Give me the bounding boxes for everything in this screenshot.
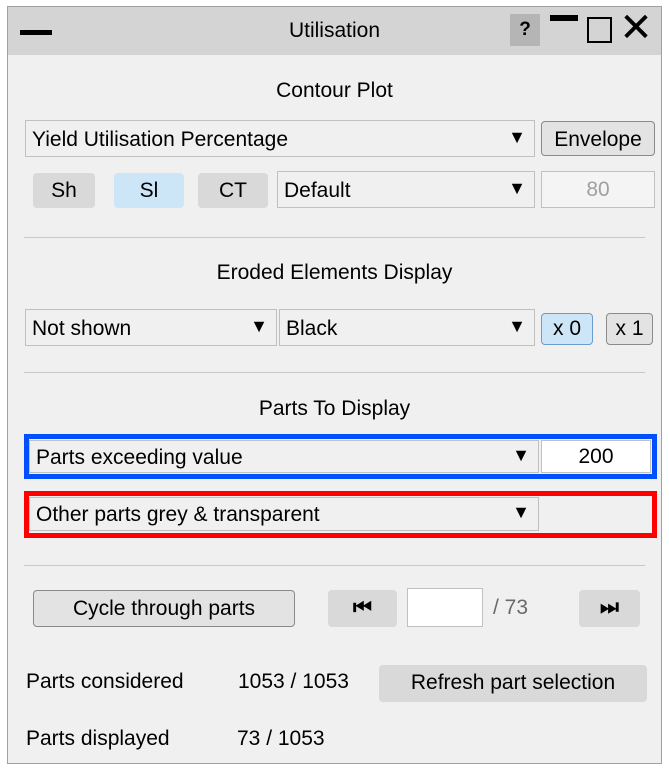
highlight-red-box bbox=[24, 491, 657, 538]
minimize-icon[interactable] bbox=[550, 15, 578, 21]
dropdown-arrow-icon: ▼ bbox=[508, 316, 526, 336]
eroded-colour-dropdown[interactable]: Black ▼ bbox=[279, 309, 535, 346]
dropdown-arrow-icon: ▼ bbox=[250, 316, 268, 336]
utilisation-window: Utilisation ? ✕ Contour Plot Yield Utili… bbox=[7, 6, 662, 764]
contour-scale-number[interactable]: 80 bbox=[541, 171, 655, 208]
contour-scale-value: Default bbox=[284, 179, 351, 202]
dropdown-arrow-icon: ▼ bbox=[508, 127, 526, 147]
eroded-show-value: Not shown bbox=[32, 317, 132, 340]
refresh-part-selection-button[interactable]: Refresh part selection bbox=[379, 665, 647, 702]
sh-button[interactable]: Sh bbox=[33, 173, 95, 208]
separator bbox=[24, 565, 645, 566]
last-part-button[interactable]: ⏭ bbox=[579, 590, 640, 627]
parts-displayed-label: Parts displayed bbox=[26, 727, 170, 750]
skip-back-icon: ⏮ bbox=[353, 596, 372, 619]
eroded-elements-heading: Eroded Elements Display bbox=[216, 261, 453, 284]
maximize-icon[interactable] bbox=[587, 17, 612, 43]
contour-mode-value: Yield Utilisation Percentage bbox=[32, 128, 289, 151]
highlight-blue-box bbox=[24, 434, 657, 479]
contour-scale-dropdown[interactable]: Default ▼ bbox=[277, 171, 535, 208]
x1-button[interactable]: x 1 bbox=[606, 313, 653, 345]
separator bbox=[24, 237, 645, 238]
parts-displayed-value: 73 / 1053 bbox=[237, 727, 325, 750]
envelope-button[interactable]: Envelope bbox=[541, 121, 655, 156]
ct-button[interactable]: CT bbox=[198, 173, 268, 208]
parts-to-display-heading: Parts To Display bbox=[258, 397, 411, 420]
sl-button[interactable]: Sl bbox=[114, 173, 184, 208]
separator bbox=[24, 372, 645, 373]
eroded-colour-value: Black bbox=[286, 317, 338, 340]
close-icon[interactable]: ✕ bbox=[616, 8, 656, 48]
help-button[interactable]: ? bbox=[510, 14, 540, 46]
x0-button[interactable]: x 0 bbox=[541, 313, 593, 345]
eroded-show-dropdown[interactable]: Not shown ▼ bbox=[25, 309, 277, 346]
parts-considered-value: 1053 / 1053 bbox=[238, 670, 349, 693]
window-title: Utilisation bbox=[288, 19, 381, 42]
cycle-through-parts-button[interactable]: Cycle through parts bbox=[33, 590, 295, 627]
parts-considered-label: Parts considered bbox=[26, 670, 184, 693]
skip-forward-icon: ⏭ bbox=[600, 596, 619, 619]
part-index-input[interactable] bbox=[407, 588, 483, 627]
contour-mode-dropdown[interactable]: Yield Utilisation Percentage ▼ bbox=[25, 120, 535, 157]
part-total-label: / 73 bbox=[493, 596, 529, 619]
title-bar: Utilisation ? ✕ bbox=[8, 7, 661, 55]
dropdown-arrow-icon: ▼ bbox=[508, 178, 526, 198]
first-part-button[interactable]: ⏮ bbox=[328, 590, 397, 627]
contour-plot-heading: Contour Plot bbox=[276, 79, 393, 102]
